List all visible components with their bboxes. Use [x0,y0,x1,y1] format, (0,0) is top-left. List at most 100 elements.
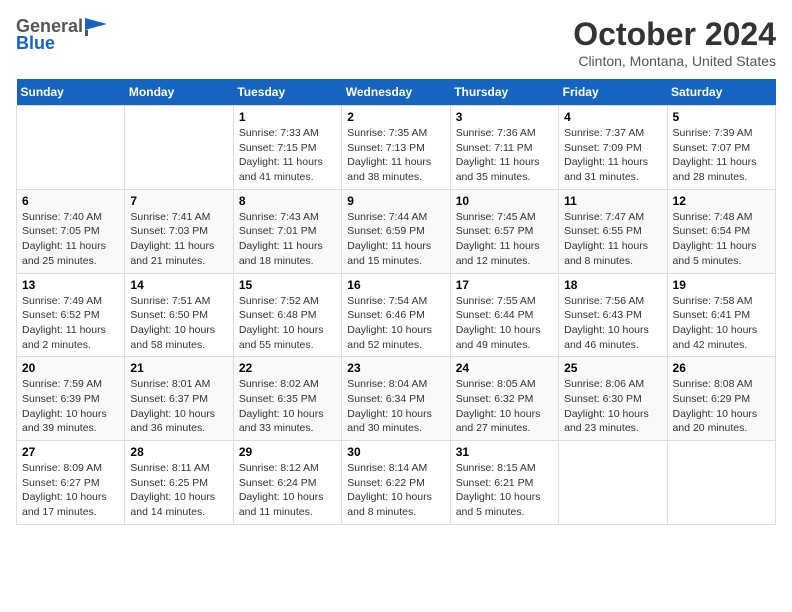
weekday-header-friday: Friday [559,79,667,106]
calendar-cell: 18Sunrise: 7:56 AMSunset: 6:43 PMDayligh… [559,273,667,357]
day-number: 11 [564,194,661,208]
day-info: Sunrise: 7:56 AMSunset: 6:43 PMDaylight:… [564,294,661,353]
calendar-cell: 8Sunrise: 7:43 AMSunset: 7:01 PMDaylight… [233,189,341,273]
day-info: Sunrise: 8:14 AMSunset: 6:22 PMDaylight:… [347,461,444,520]
calendar-cell: 7 Sunrise: 7:41 AMSunset: 7:03 PMDaylight… [125,189,233,273]
calendar-cell: 12 Sunrise: 7:48 AMSunset: 6:54 PMDayligh… [667,189,775,273]
day-number: 7 [130,194,227,208]
day-number: 29 [239,445,336,459]
logo: General Blue [16,16,107,54]
day-number: 12 [673,194,770,208]
day-info: Sunrise: 8:06 AMSunset: 6:30 PMDaylight:… [564,377,661,436]
calendar-cell: 22 Sunrise: 8:02 AMSunset: 6:35 PMDayligh… [233,357,341,441]
calendar-cell: 4 Sunrise: 7:37 AMSunset: 7:09 PMDaylight… [559,106,667,190]
calendar-cell: 16Sunrise: 7:54 AMSunset: 6:46 PMDayligh… [342,273,450,357]
day-info: Sunrise: 7:49 AMSunset: 6:52 PMDaylight:… [22,294,119,353]
day-number: 14 [130,278,227,292]
calendar-cell: 11 Sunrise: 7:47 AMSunset: 6:55 PMDayligh… [559,189,667,273]
calendar-cell [17,106,125,190]
day-number: 10 [456,194,553,208]
day-info: Sunrise: 8:04 AMSunset: 6:34 PMDaylight:… [347,377,444,436]
calendar-week-row: 13 Sunrise: 7:49 AMSunset: 6:52 PMDayligh… [17,273,776,357]
day-number: 22 [239,361,336,375]
day-info: Sunrise: 8:12 AMSunset: 6:24 PMDaylight:… [239,461,336,520]
calendar-cell: 19 Sunrise: 7:58 AMSunset: 6:41 PMDayligh… [667,273,775,357]
weekday-header-monday: Monday [125,79,233,106]
calendar-cell: 28 Sunrise: 8:11 AMSunset: 6:25 PMDayligh… [125,441,233,525]
calendar-cell: 3 Sunrise: 7:36 AMSunset: 7:11 PMDaylight… [450,106,558,190]
calendar-cell: 10Sunrise: 7:45 AMSunset: 6:57 PMDayligh… [450,189,558,273]
day-number: 9 [347,194,444,208]
day-info: Sunrise: 7:58 AMSunset: 6:41 PMDaylight:… [673,294,770,353]
calendar-cell: 26Sunrise: 8:08 AMSunset: 6:29 PMDayligh… [667,357,775,441]
calendar-cell: 29 Sunrise: 8:12 AMSunset: 6:24 PMDayligh… [233,441,341,525]
day-info: Sunrise: 8:11 AMSunset: 6:25 PMDaylight:… [130,461,227,520]
day-number: 28 [130,445,227,459]
calendar-cell: 20Sunrise: 7:59 AMSunset: 6:39 PMDayligh… [17,357,125,441]
calendar-table: SundayMondayTuesdayWednesdayThursdayFrid… [16,79,776,525]
calendar-cell: 5 Sunrise: 7:39 AMSunset: 7:07 PMDaylight… [667,106,775,190]
weekday-header-sunday: Sunday [17,79,125,106]
day-info: Sunrise: 7:36 AMSunset: 7:11 PMDaylight:… [456,126,553,185]
day-info: Sunrise: 7:47 AMSunset: 6:55 PMDaylight:… [564,210,661,269]
day-info: Sunrise: 7:51 AMSunset: 6:50 PMDaylight:… [130,294,227,353]
day-number: 25 [564,361,661,375]
calendar-cell: 2 Sunrise: 7:35 AMSunset: 7:13 PMDaylight… [342,106,450,190]
day-info: Sunrise: 7:40 AMSunset: 7:05 PMDaylight:… [22,210,119,269]
day-number: 6 [22,194,119,208]
day-info: Sunrise: 7:48 AMSunset: 6:54 PMDaylight:… [673,210,770,269]
calendar-cell: 1Sunrise: 7:33 AMSunset: 7:15 PMDaylight… [233,106,341,190]
location-subtitle: Clinton, Montana, United States [573,53,776,69]
day-info: Sunrise: 7:39 AMSunset: 7:07 PMDaylight:… [673,126,770,185]
day-number: 26 [673,361,770,375]
calendar-cell [667,441,775,525]
calendar-cell: 6 Sunrise: 7:40 AMSunset: 7:05 PMDaylight… [17,189,125,273]
day-info: Sunrise: 7:35 AMSunset: 7:13 PMDaylight:… [347,126,444,185]
day-info: Sunrise: 8:09 AMSunset: 6:27 PMDaylight:… [22,461,119,520]
day-number: 27 [22,445,119,459]
calendar-cell: 30Sunrise: 8:14 AMSunset: 6:22 PMDayligh… [342,441,450,525]
logo-blue-text: Blue [16,33,55,54]
day-number: 23 [347,361,444,375]
calendar-cell: 31 Sunrise: 8:15 AMSunset: 6:21 PMDayligh… [450,441,558,525]
weekday-header-thursday: Thursday [450,79,558,106]
day-info: Sunrise: 7:44 AMSunset: 6:59 PMDaylight:… [347,210,444,269]
weekday-header-wednesday: Wednesday [342,79,450,106]
day-number: 21 [130,361,227,375]
calendar-week-row: 27 Sunrise: 8:09 AMSunset: 6:27 PMDayligh… [17,441,776,525]
weekday-header-saturday: Saturday [667,79,775,106]
day-number: 13 [22,278,119,292]
calendar-week-row: 1Sunrise: 7:33 AMSunset: 7:15 PMDaylight… [17,106,776,190]
day-info: Sunrise: 7:52 AMSunset: 6:48 PMDaylight:… [239,294,336,353]
day-number: 3 [456,110,553,124]
calendar-cell: 27 Sunrise: 8:09 AMSunset: 6:27 PMDayligh… [17,441,125,525]
day-number: 17 [456,278,553,292]
day-info: Sunrise: 7:59 AMSunset: 6:39 PMDaylight:… [22,377,119,436]
day-info: Sunrise: 7:54 AMSunset: 6:46 PMDaylight:… [347,294,444,353]
title-section: October 2024 Clinton, Montana, United St… [573,16,776,69]
calendar-cell: 15 Sunrise: 7:52 AMSunset: 6:48 PMDayligh… [233,273,341,357]
weekday-header-tuesday: Tuesday [233,79,341,106]
day-number: 8 [239,194,336,208]
day-number: 15 [239,278,336,292]
calendar-cell: 9 Sunrise: 7:44 AMSunset: 6:59 PMDaylight… [342,189,450,273]
day-info: Sunrise: 8:01 AMSunset: 6:37 PMDaylight:… [130,377,227,436]
day-number: 2 [347,110,444,124]
day-number: 19 [673,278,770,292]
day-info: Sunrise: 7:41 AMSunset: 7:03 PMDaylight:… [130,210,227,269]
calendar-cell: 14 Sunrise: 7:51 AMSunset: 6:50 PMDayligh… [125,273,233,357]
calendar-week-row: 6 Sunrise: 7:40 AMSunset: 7:05 PMDaylight… [17,189,776,273]
day-info: Sunrise: 7:37 AMSunset: 7:09 PMDaylight:… [564,126,661,185]
day-info: Sunrise: 7:33 AMSunset: 7:15 PMDaylight:… [239,126,336,185]
calendar-cell: 24 Sunrise: 8:05 AMSunset: 6:32 PMDayligh… [450,357,558,441]
day-number: 31 [456,445,553,459]
calendar-week-row: 20Sunrise: 7:59 AMSunset: 6:39 PMDayligh… [17,357,776,441]
day-number: 24 [456,361,553,375]
day-number: 4 [564,110,661,124]
day-info: Sunrise: 8:15 AMSunset: 6:21 PMDaylight:… [456,461,553,520]
day-info: Sunrise: 8:05 AMSunset: 6:32 PMDaylight:… [456,377,553,436]
calendar-cell [125,106,233,190]
day-info: Sunrise: 8:02 AMSunset: 6:35 PMDaylight:… [239,377,336,436]
month-title: October 2024 [573,16,776,53]
day-number: 5 [673,110,770,124]
